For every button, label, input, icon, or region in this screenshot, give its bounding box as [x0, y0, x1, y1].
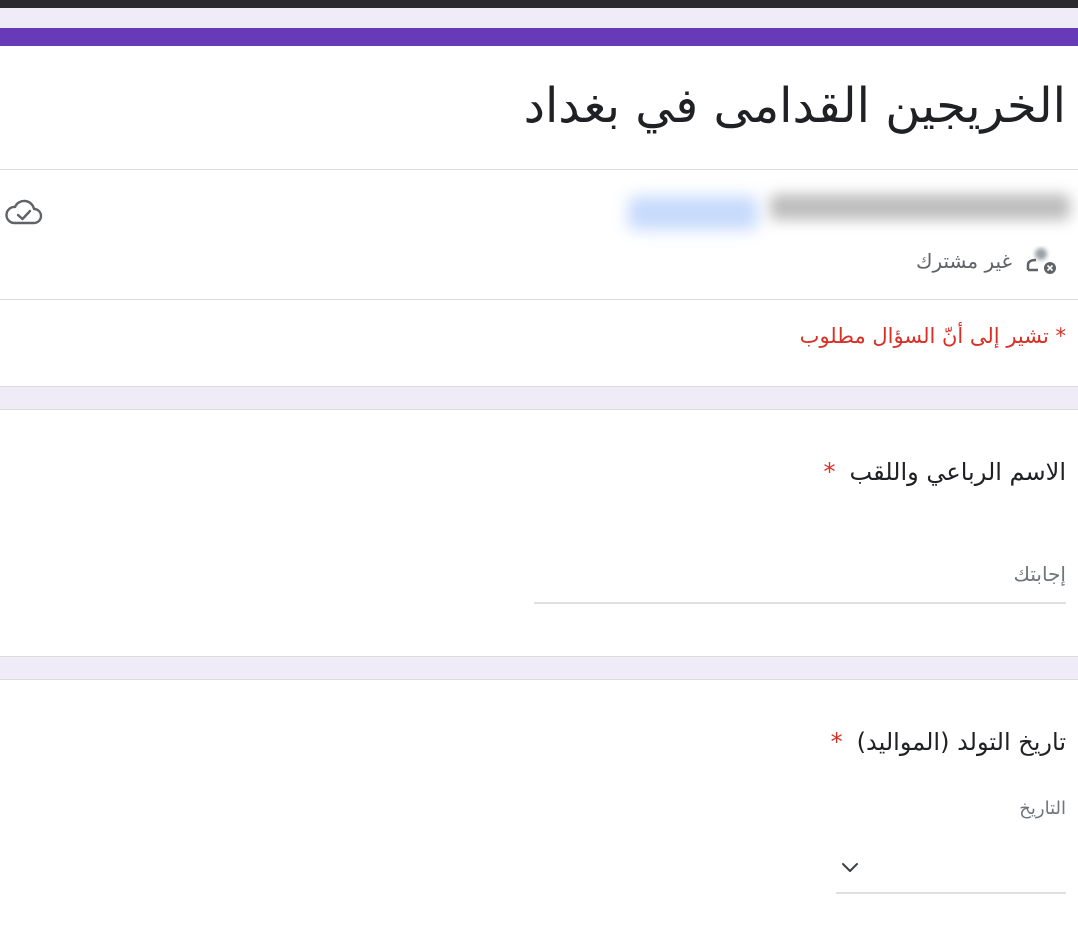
section-separator: [0, 386, 1078, 410]
not-shared-indicator: غير مشترك: [916, 246, 1060, 276]
birth-date-dropdown[interactable]: [836, 846, 1066, 894]
title-divider: [0, 169, 1078, 170]
chevron-down-icon: [842, 863, 858, 872]
top-bar: [0, 0, 1078, 8]
cloud-check-icon: [5, 199, 43, 225]
account-email-blurred: [750, 188, 1070, 230]
form-accent-bar: [0, 28, 1078, 46]
question-text: الاسم الرباعي واللقب: [849, 458, 1066, 486]
section-separator: [0, 656, 1078, 680]
account-divider: [0, 299, 1078, 300]
not-shared-label: غير مشترك: [916, 249, 1012, 273]
required-asterisk: *: [823, 458, 836, 486]
required-asterisk: *: [830, 728, 843, 756]
full-name-input[interactable]: [534, 552, 1066, 604]
question-title-full-name: الاسم الرباعي واللقب *: [824, 458, 1066, 486]
question-text: تاريخ التولد (المواليد): [856, 728, 1066, 756]
person-off-icon: [1026, 248, 1056, 274]
switch-account-link[interactable]: [628, 196, 758, 230]
form-title: الخريجين القدامى في بغداد: [523, 78, 1066, 134]
question-title-birth-date: تاريخ التولد (المواليد) *: [831, 728, 1066, 756]
page-background-strip: [0, 8, 1078, 28]
date-field-label: التاريخ: [1019, 798, 1066, 819]
required-note: * تشير إلى أنّ السؤال مطلوب: [799, 324, 1066, 348]
